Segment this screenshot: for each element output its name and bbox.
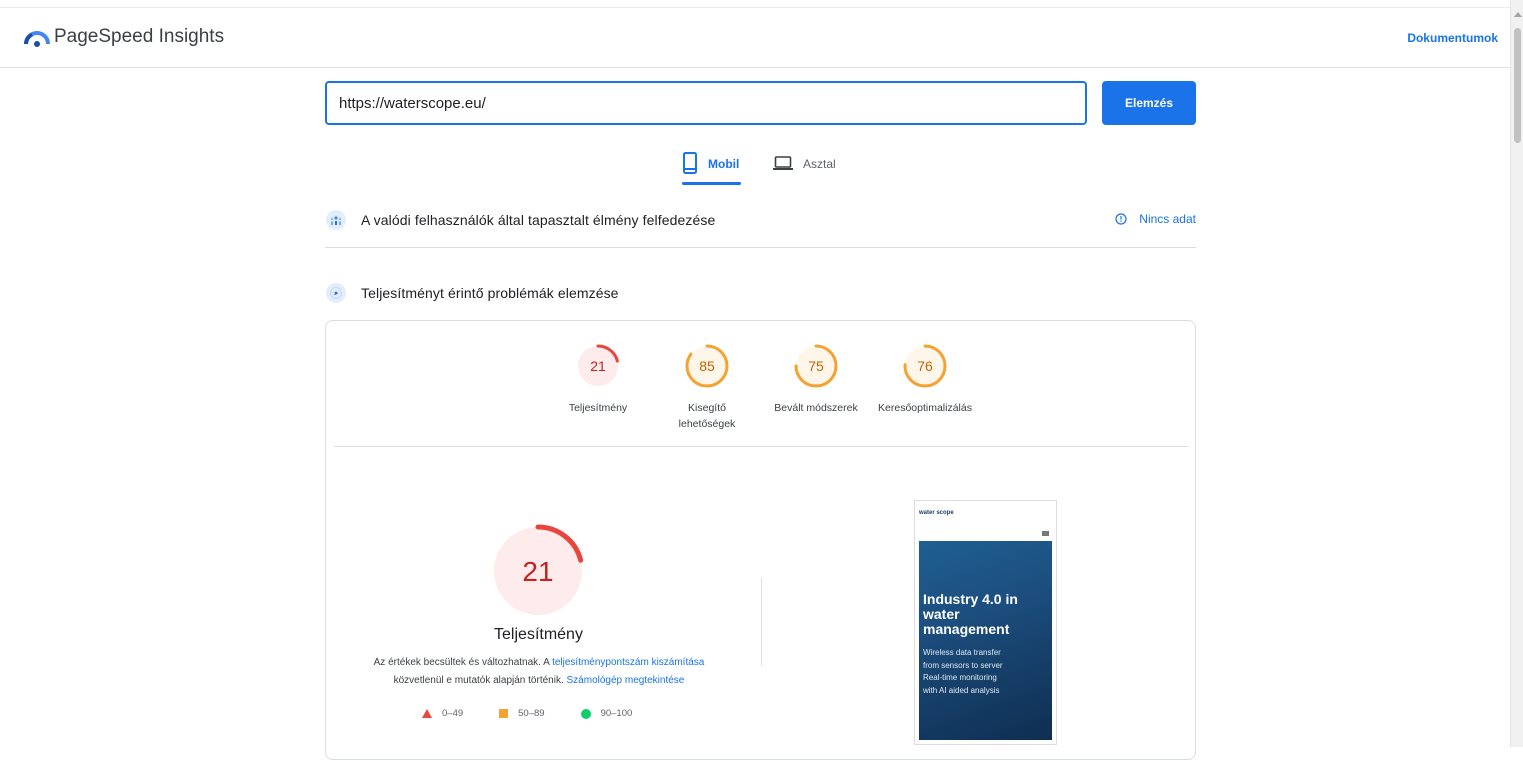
field-data-section[interactable]: A valódi felhasználók által tapasztalt é… xyxy=(325,208,1196,232)
report-card: 21 Teljesítmény 85 Kisegítő lehetőségek … xyxy=(325,320,1196,760)
legend-average: 50–89 xyxy=(499,708,545,719)
desc-text: Az értékek becsültek és változhatnak. A xyxy=(373,657,553,668)
gauge-label: Teljesítmény xyxy=(568,402,628,414)
tab-mobile[interactable]: Mobil xyxy=(682,152,739,186)
performance-big-gauge: 21 xyxy=(491,524,585,618)
hero-line: Wireless data transfer xyxy=(923,648,1001,657)
url-input[interactable] xyxy=(325,81,1087,125)
hero-title: Industry 4.0 in water management xyxy=(923,591,1018,637)
lab-data-title: Teljesítményt érintő problémák elemzése xyxy=(361,285,619,301)
lab-data-section: Teljesítményt érintő problémák elemzése xyxy=(325,281,1196,305)
score-calc-link[interactable]: teljesítménypontszám kiszámítása xyxy=(552,657,704,668)
browser-top-edge xyxy=(0,0,1523,8)
tab-desktop[interactable]: Asztal xyxy=(773,152,836,186)
gauge-label: Keresőoptimalizálás xyxy=(878,402,972,414)
docs-link[interactable]: Dokumentumok xyxy=(1407,31,1498,45)
desc-text: közvetlenül e mutatók alapján történik. xyxy=(393,675,567,686)
screenshot-hero: Industry 4.0 in water management Wireles… xyxy=(919,541,1052,740)
circle-icon xyxy=(580,708,591,719)
gauge-ring: 76 xyxy=(903,344,947,388)
site-logo: water scope xyxy=(919,510,954,516)
performance-big-value: 21 xyxy=(522,556,553,587)
no-data-label: Nincs adat xyxy=(1139,212,1196,226)
card-divider xyxy=(334,446,1188,447)
gauge-ring: 75 xyxy=(794,344,838,388)
legend-range: 90–100 xyxy=(600,708,633,719)
triangle-icon xyxy=(422,709,432,718)
gauge-label: Kisegítő lehetőségek xyxy=(678,402,736,430)
page-scrollbar[interactable] xyxy=(1510,0,1523,747)
score-gauge-best-practices[interactable]: 75 Bevált módszerek xyxy=(761,343,871,416)
hero-subtitle: Wireless data transfer from sensors to s… xyxy=(923,647,1048,697)
gauge-ring: 21 xyxy=(576,344,620,388)
gauge-label: Bevált módszerek xyxy=(774,402,858,414)
performance-description: Az értékek becsültek és változhatnak. A … xyxy=(334,654,744,690)
gauge-value: 75 xyxy=(808,358,824,374)
tab-mobile-label: Mobil xyxy=(708,157,740,171)
info-icon xyxy=(1115,213,1127,225)
legend-range: 50–89 xyxy=(518,708,545,719)
hero-line: from sensors to server xyxy=(923,660,1003,670)
top-header: PageSpeed Insights Dokumentumok xyxy=(0,8,1510,68)
gauge-value: 85 xyxy=(699,358,715,374)
smartphone-icon xyxy=(683,152,697,174)
score-legend: 0–49 50–89 90–100 xyxy=(422,708,668,719)
active-tab-indicator xyxy=(682,182,741,185)
legend-pass: 90–100 xyxy=(580,708,633,719)
diagnose-icon xyxy=(326,283,346,303)
page-screenshot: water scope Industry 4.0 in water manage… xyxy=(914,500,1057,745)
field-data-title: A valódi felhasználók által tapasztalt é… xyxy=(361,212,716,228)
score-gauge-accessibility[interactable]: 85 Kisegítő lehetőségek xyxy=(652,343,762,432)
section-divider xyxy=(325,247,1196,248)
hamburger-menu-icon xyxy=(1042,531,1049,536)
legend-range: 0–49 xyxy=(442,708,464,719)
score-gauge-seo[interactable]: 76 Keresőoptimalizálás xyxy=(870,343,980,416)
hero-line: with AI aided analysis xyxy=(923,685,1000,695)
score-gauge-performance[interactable]: 21 Teljesítmény xyxy=(543,343,653,416)
performance-title: Teljesítmény xyxy=(494,626,583,643)
calculator-link[interactable]: Számológép megtekintése xyxy=(567,675,685,686)
gauge-value: 21 xyxy=(590,358,606,374)
brand-title[interactable]: PageSpeed Insights xyxy=(54,26,224,48)
scrollbar-thumb[interactable] xyxy=(1514,28,1521,143)
gauge-value: 76 xyxy=(917,358,933,374)
users-icon xyxy=(326,210,346,230)
pagespeed-logo-icon[interactable] xyxy=(24,26,50,48)
no-data-status[interactable]: Nincs adat xyxy=(1115,212,1196,226)
legend-fail: 0–49 xyxy=(422,708,463,719)
laptop-icon xyxy=(773,156,793,170)
vertical-divider xyxy=(761,578,762,666)
hero-line: Real-time monitoring xyxy=(923,673,997,682)
gauge-ring: 85 xyxy=(685,344,729,388)
analyze-button[interactable]: Elemzés xyxy=(1102,81,1196,125)
square-icon xyxy=(499,709,509,718)
tab-desktop-label: Asztal xyxy=(803,157,836,171)
scroll-up-arrow-icon[interactable] xyxy=(1514,12,1522,17)
